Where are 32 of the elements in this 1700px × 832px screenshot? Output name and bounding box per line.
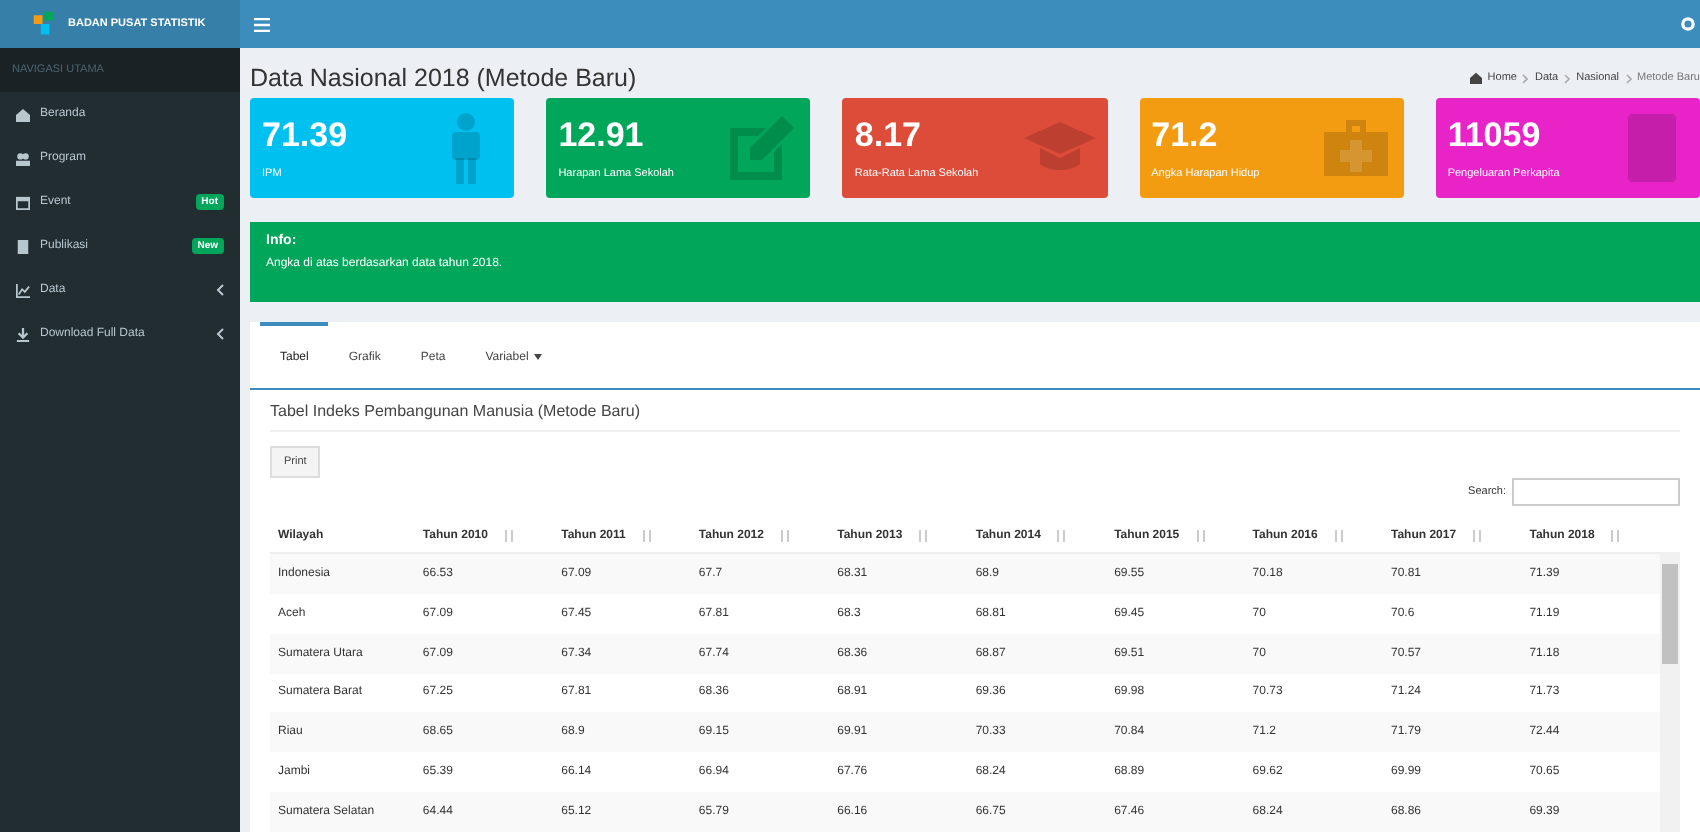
download-icon <box>16 327 30 341</box>
chevron-icon <box>1522 73 1529 83</box>
sort-icon <box>1610 530 1621 542</box>
users-icon <box>16 151 30 165</box>
chevron-icon <box>1564 73 1571 83</box>
sort-icon <box>1056 530 1067 542</box>
stat-value: 71.39 <box>262 116 348 156</box>
caret-icon <box>534 354 543 360</box>
scrollbar[interactable] <box>1660 552 1680 832</box>
sort-icon <box>503 530 514 542</box>
book-icon <box>16 239 30 253</box>
sort-icon <box>1195 530 1206 542</box>
line-chart-icon <box>16 283 30 297</box>
sort-icon <box>1472 530 1483 542</box>
search-field[interactable] <box>1512 478 1680 506</box>
table-title: Tabel Indeks Pembangunan Manusia (Metode Baru) <box>270 402 1680 432</box>
stat-value: 11059 <box>1447 116 1543 156</box>
sort-icon <box>1333 530 1344 542</box>
sort-icon <box>779 530 790 542</box>
page-title: Data Nasional 2018 (Metode Baru) <box>250 64 637 92</box>
stat-value: 8.17 <box>854 116 923 156</box>
calendar-icon <box>16 195 30 209</box>
stat-value: 12.91 <box>558 116 646 156</box>
menu-icon[interactable] <box>254 17 270 31</box>
stat-value: 71.2 <box>1151 116 1220 156</box>
chevron-icon <box>1625 73 1631 83</box>
home-icon <box>16 107 30 121</box>
home-icon <box>1469 72 1482 84</box>
sort-icon <box>641 530 652 542</box>
pencil-icon <box>726 112 799 184</box>
sort-icon <box>918 530 929 542</box>
settings-icon[interactable] <box>1680 16 1696 32</box>
